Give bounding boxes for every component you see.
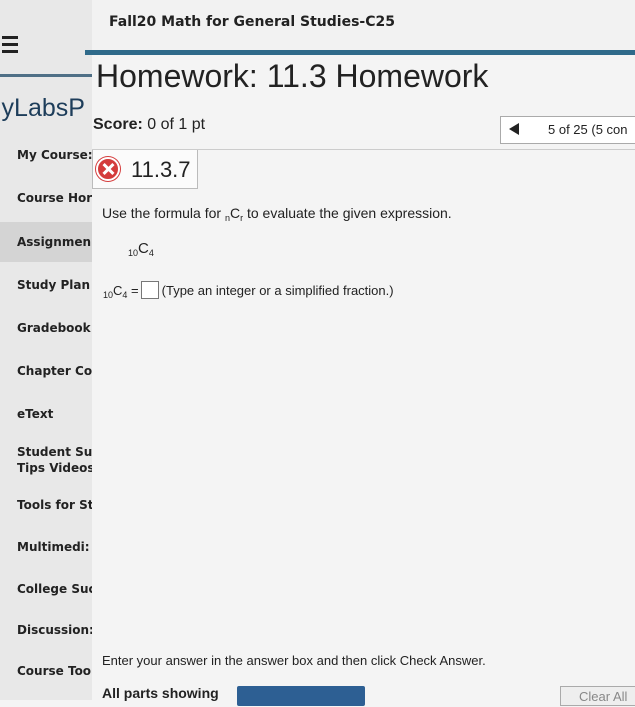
answer-expr-r: 4 <box>122 290 128 300</box>
instruction-message: Enter your answer in the answer box and … <box>102 653 486 668</box>
instruction-text: Use the formula for <box>102 205 222 221</box>
page-title: Homework: 11.3 Homework <box>96 58 489 94</box>
brand-logo: lyLabsP <box>0 94 85 122</box>
question-number: 11.3.7 <box>131 157 191 182</box>
question-navigator[interactable]: 5 of 25 (5 con <box>500 116 635 144</box>
question-position[interactable]: 5 of 25 (5 con <box>548 122 628 137</box>
score-value: 0 of 1 pt <box>147 116 206 133</box>
score: Score: 0 of 1 pt <box>93 116 205 134</box>
sidebar-item-college-success[interactable]: College Suc <box>17 581 92 597</box>
sidebar-item-discussions[interactable]: Discussion: <box>17 622 92 638</box>
sidebar-item-course-tools[interactable]: Course Too <box>17 663 92 679</box>
answer-row: 10C4 = (Type an integer or a simplified f… <box>103 281 394 300</box>
sidebar: lyLabsP My Course: Course Hor Assignmen … <box>0 0 92 700</box>
course-title: Fall20 Math for General Studies-C25 <box>109 14 395 30</box>
sidebar-item-course-home[interactable]: Course Hor <box>17 190 92 206</box>
sidebar-item-assignments[interactable]: Assignmen <box>0 222 92 262</box>
answer-expr-n: 10 <box>103 290 114 300</box>
expr-c: C <box>138 240 149 257</box>
sidebar-item-tools-for-success[interactable]: Tools for St <box>17 497 92 513</box>
all-parts-showing: All parts showing <box>102 685 219 701</box>
given-expression: 10C4 <box>128 240 154 258</box>
sidebar-item-tips-videos[interactable]: Tips Videos <box>17 460 92 476</box>
sidebar-item-my-courses[interactable]: My Course: <box>17 147 92 163</box>
sidebar-item-study-plan[interactable]: Study Plan <box>17 277 92 293</box>
sidebar-item-gradebook[interactable]: Gradebook <box>17 320 92 336</box>
incorrect-icon <box>96 157 120 181</box>
sidebar-item-chapter-contents[interactable]: Chapter Co <box>17 363 92 379</box>
formula-r: r <box>240 213 244 223</box>
formula-c: C <box>229 205 241 221</box>
answer-expr-c: C <box>113 283 123 298</box>
menu-icon[interactable] <box>2 36 18 57</box>
header-divider <box>85 50 635 55</box>
answer-input[interactable] <box>140 281 159 299</box>
expr-r: 4 <box>148 248 154 258</box>
previous-question-icon[interactable] <box>509 123 519 135</box>
sidebar-divider <box>0 74 92 77</box>
equals-sign: = <box>131 283 139 298</box>
sidebar-item-multimedia[interactable]: Multimedi: <box>17 539 92 555</box>
score-label: Score: <box>93 116 143 133</box>
answer-hint: (Type an integer or a simplified fractio… <box>161 283 394 298</box>
expr-n: 10 <box>128 248 139 258</box>
question-instruction: Use the formula for nCr to evaluate the … <box>102 205 452 223</box>
sidebar-item-etext[interactable]: eText <box>17 406 92 422</box>
check-answer-button[interactable] <box>237 686 365 706</box>
instruction-text-rest: to evaluate the given expression. <box>246 205 452 221</box>
clear-all-button[interactable]: Clear All <box>560 686 635 706</box>
sidebar-item-student-success[interactable]: Student Su <box>17 444 92 460</box>
